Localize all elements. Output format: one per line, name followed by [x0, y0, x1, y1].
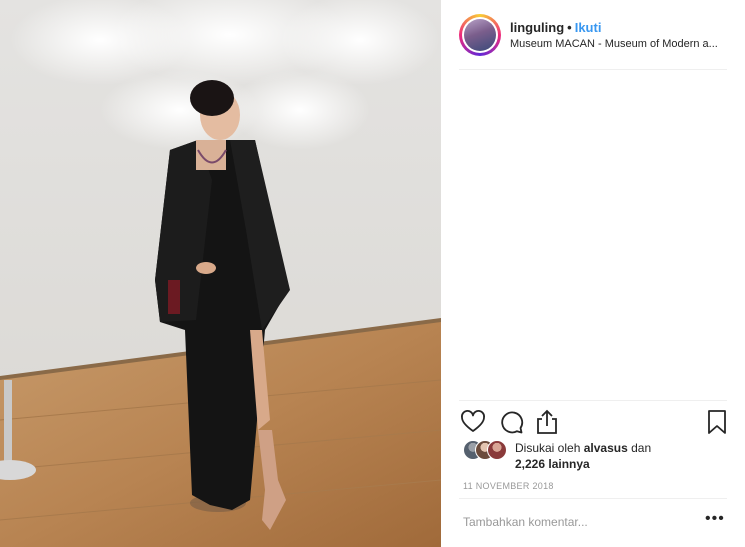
post-header: linguling • Ikuti Museum MACAN - Museum of… — [441, 0, 745, 70]
liked-by-text: Disukai oleh alvasus dan — [515, 440, 651, 456]
location-link[interactable]: Museum MACAN - Museum of Modern a... — [510, 38, 728, 50]
liked-by-user-link[interactable]: alvasus — [584, 441, 628, 455]
liker-avatar[interactable] — [487, 440, 507, 460]
liked-by-conj: dan — [631, 441, 652, 455]
comment-icon[interactable] — [497, 408, 525, 436]
liked-others-link[interactable]: 2,226 lainnya — [515, 457, 590, 471]
username-link[interactable]: linguling — [510, 20, 564, 35]
heart-icon[interactable] — [459, 408, 487, 436]
profile-avatar[interactable] — [459, 14, 501, 56]
profile-avatar-image — [462, 17, 498, 53]
header-divider — [459, 69, 727, 70]
post-photo-image — [0, 0, 441, 547]
bookmark-icon[interactable] — [703, 408, 731, 436]
more-options-icon[interactable]: ••• — [705, 511, 725, 530]
post-side-panel: linguling • Ikuti Museum MACAN - Museum of… — [441, 0, 745, 547]
action-bar — [441, 400, 745, 440]
post-photo[interactable] — [0, 0, 441, 547]
actions-divider — [459, 400, 727, 401]
profile-avatar-picture — [464, 19, 496, 51]
username-row: linguling • Ikuti — [510, 20, 601, 35]
separator-dot: • — [567, 20, 572, 35]
likes-summary: Disukai oleh alvasus dan 2,226 lainnya — [463, 438, 733, 474]
follow-button[interactable]: Ikuti — [575, 20, 602, 35]
liker-avatars — [463, 440, 515, 460]
liked-by-prefix: Disukai oleh — [515, 441, 581, 455]
post-date[interactable]: 11 NOVEMBER 2018 — [463, 481, 554, 491]
share-icon[interactable] — [533, 408, 561, 436]
comment-divider — [459, 498, 727, 499]
comment-input[interactable] — [463, 512, 683, 532]
